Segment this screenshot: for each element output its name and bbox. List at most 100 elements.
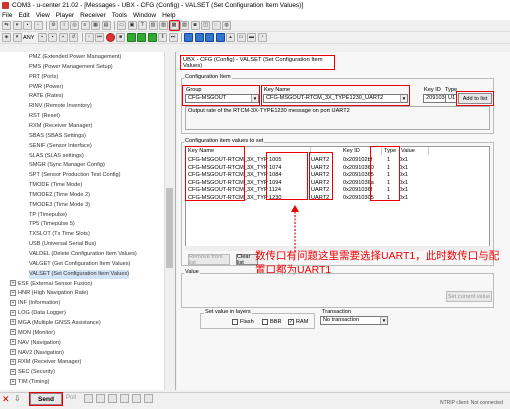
camera-icon[interactable]: ◙ [190, 21, 200, 30]
text-icon[interactable]: T [138, 21, 147, 30]
bottom-tool-icon-b[interactable] [96, 394, 105, 403]
bottom-tool-icon-a[interactable] [84, 394, 93, 403]
record-options-icon[interactable]: ▫ [84, 33, 94, 42]
console-icon[interactable]: ▨ [180, 21, 189, 30]
menu-receiver[interactable]: Receiver [80, 12, 106, 19]
tree-item[interactable]: USB (Universal Serial Bus) [29, 240, 96, 250]
tree-item[interactable]: SLAS (SLAS settings) [29, 152, 84, 162]
poll-button[interactable]: Poll [66, 395, 76, 401]
menu-file[interactable]: File [2, 12, 12, 19]
skyview-icon[interactable]: ◌ [211, 21, 221, 30]
close-icon[interactable]: ✕ [2, 394, 10, 405]
info-icon[interactable]: i [59, 21, 69, 30]
menu-tools[interactable]: Tools [112, 12, 127, 19]
expand-icon[interactable]: + [10, 349, 16, 356]
zoom-icon[interactable]: ◔ [257, 33, 267, 42]
skip-end-icon[interactable]: ⏭ [168, 33, 178, 42]
connect-icon[interactable]: ⇆ [2, 21, 11, 30]
bottom-tool-icon-f[interactable] [144, 394, 153, 403]
marker-icon[interactable]: ▴ [226, 33, 236, 42]
tree-item[interactable]: SENIF (Sensor Interface) [29, 142, 92, 152]
cold-icon[interactable]: ▪ [58, 33, 68, 42]
expand-icon[interactable]: + [10, 358, 16, 365]
tree-scrollbar-thumb[interactable] [166, 188, 173, 268]
reset-icon[interactable]: ↺ [69, 33, 79, 42]
tree-item[interactable]: VALGET (Get Configuration Item Values) [29, 260, 130, 270]
tree-item[interactable]: PMZ (Extended Power Management) [29, 53, 121, 63]
folder-icon[interactable]: ▬ [247, 33, 257, 42]
packet-icon[interactable]: ▣ [127, 21, 137, 30]
tree-item[interactable]: TXSLOT (Tx Time Slots) [29, 230, 90, 240]
deviation-icon[interactable]: ◍ [222, 21, 231, 30]
expand-icon[interactable]: + [10, 289, 16, 296]
tree-item[interactable]: SPT (Sensor Production Test Config) [29, 171, 121, 181]
tree-item[interactable]: VALDEL (Delete Configuration Item Values… [29, 250, 137, 260]
bottom-tool-icon-e[interactable] [132, 394, 141, 403]
tree-item[interactable]: TMODE (Time Mode) [29, 181, 82, 191]
expand-icon[interactable]: + [10, 378, 16, 385]
stop-icon[interactable]: ■ [116, 33, 126, 42]
hot-icon[interactable]: ▪ [37, 33, 47, 42]
open-icon[interactable]: ▫ [33, 21, 43, 30]
menu-view[interactable]: View [36, 12, 50, 19]
tree-item[interactable]: + MGA (Multiple GNSS Assistance) [10, 319, 101, 329]
tree-item[interactable]: + HNR (High Navigation Rate) [10, 289, 88, 299]
bbr-checkbox[interactable] [262, 319, 268, 325]
ram-checkbox[interactable]: ✓ [288, 319, 294, 325]
table-icon[interactable]: ▤ [101, 21, 111, 30]
blue-d-icon[interactable] [215, 33, 225, 42]
tree-item[interactable]: TP (Timepulse) [29, 211, 67, 221]
menu-player[interactable]: Player [56, 12, 74, 19]
play-icon[interactable] [126, 33, 136, 42]
remove-from-list-button[interactable]: Remove from list [188, 254, 230, 266]
doc-icon[interactable]: ▭ [117, 21, 126, 30]
menu-edit[interactable]: Edit [18, 12, 29, 19]
step-icon[interactable] [137, 33, 147, 42]
blue-b-icon[interactable] [194, 33, 204, 42]
tree-item[interactable]: TMODE2 (Time Mode 2) [29, 191, 90, 201]
tree-item[interactable]: TMODE3 (Time Mode 3) [29, 201, 90, 211]
menu-help[interactable]: Help [162, 12, 175, 19]
transaction-select[interactable]: No transaction ▼ [320, 316, 388, 325]
tree-item[interactable]: + INF (Information) [10, 299, 60, 309]
message-tree[interactable]: PMZ (Extended Power Management) PMS (Powe… [0, 52, 176, 390]
record-icon[interactable] [105, 33, 115, 42]
tree-item[interactable]: VALSET (Set Configuration Item Values) [29, 269, 130, 280]
tree-item[interactable]: + NAV2 (Navigation) [10, 349, 64, 359]
tree-item[interactable]: TP5 (Timepulse 5) [29, 220, 75, 230]
tree-item[interactable]: RATE (Rates) [29, 92, 63, 102]
tree-item[interactable]: PMS (Power Management Setup) [29, 63, 113, 73]
bottom-tool-icon-d[interactable] [120, 394, 129, 403]
download-icon[interactable]: ⇩ [14, 394, 21, 403]
grid-icon[interactable]: ▦ [91, 21, 100, 30]
tree-item[interactable]: RXM (Receiver Manager) [29, 122, 92, 132]
save-icon[interactable]: ▪ [23, 21, 32, 30]
set-current-value-button[interactable]: Set current value [446, 291, 492, 302]
blue-c-icon[interactable] [205, 33, 215, 42]
send-button[interactable]: Send [29, 392, 63, 406]
map-icon[interactable]: ◫ [201, 21, 210, 30]
bottom-tool-icon-c[interactable] [108, 394, 117, 403]
tree-item[interactable]: + RXM (Receiver Manager) [10, 358, 81, 368]
tree-item[interactable]: + NAV (Navigation) [10, 339, 61, 349]
sat-icon[interactable]: ◎ [70, 21, 79, 30]
tree-item[interactable]: PWR (Power) [29, 83, 63, 93]
expand-icon[interactable]: + [10, 309, 16, 316]
menu-window[interactable]: Window [133, 12, 156, 19]
warm-icon[interactable]: ▪ [48, 33, 58, 42]
tree-item[interactable]: + LOG (Data Logger) [10, 309, 66, 319]
expand-icon[interactable]: + [10, 299, 16, 306]
filter-icon[interactable]: ▾ [12, 33, 22, 42]
baud-icon[interactable]: ▾ [12, 21, 22, 30]
tree-item[interactable]: SBAS (SBAS Settings) [29, 132, 86, 142]
receiver-icon[interactable]: ◈ [2, 33, 11, 42]
bin-icon[interactable]: ▥ [148, 21, 158, 30]
config-icon[interactable]: ⚙ [49, 21, 58, 30]
blue-a-icon[interactable] [184, 33, 194, 42]
tree-item[interactable]: + MON (Monitor) [10, 329, 55, 339]
expand-icon[interactable]: + [10, 319, 16, 326]
msg-icon[interactable]: ▧ [159, 21, 168, 30]
expand-icon[interactable]: + [10, 368, 16, 375]
tree-item[interactable]: PRT (Ports) [29, 73, 58, 83]
flash-checkbox[interactable] [232, 319, 238, 325]
